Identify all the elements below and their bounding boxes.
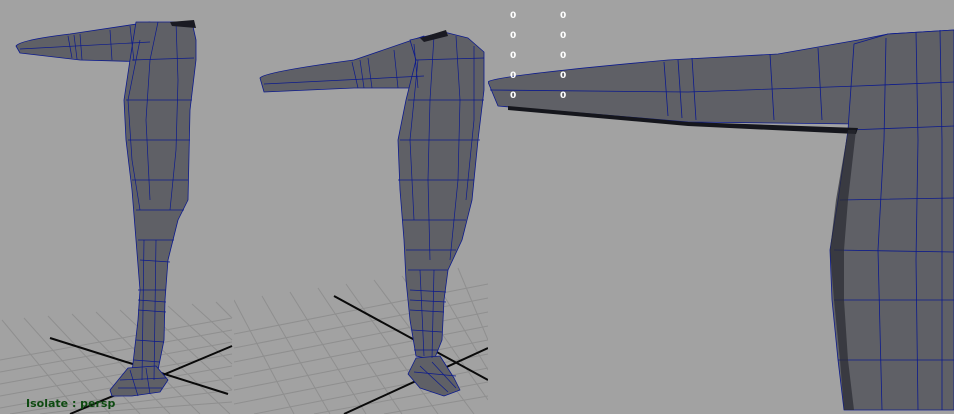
hud-stat-value: 0 — [510, 11, 517, 21]
hud-stat-value: 0 — [510, 71, 517, 81]
hud-stats-col-values: 0 0 0 0 0 — [510, 6, 524, 106]
isolate-persp-label: Isolate : persp — [26, 397, 116, 410]
maya-viewport-panels: Isolate : persp 0 0 0 0 0 0 0 0 0 0 — [0, 0, 954, 414]
viewport-middle-persp[interactable] — [234, 0, 488, 414]
hud-stat-value: 0 — [560, 71, 567, 81]
viewport-left-persp[interactable]: Isolate : persp — [0, 0, 234, 414]
hud-stats-col-selected: 0 0 0 0 0 — [560, 6, 574, 106]
hud-stat-value: 0 — [560, 91, 567, 101]
hud-stat-value: 0 — [510, 51, 517, 61]
hud-stats: 0 0 0 0 0 0 0 0 0 0 — [510, 6, 590, 102]
hud-stat-value: 0 — [560, 31, 567, 41]
hud-stat-value: 0 — [560, 11, 567, 21]
hud-stat-value: 0 — [510, 31, 517, 41]
hud-stat-value: 0 — [510, 91, 517, 101]
hud-stat-value: 0 — [560, 51, 567, 61]
